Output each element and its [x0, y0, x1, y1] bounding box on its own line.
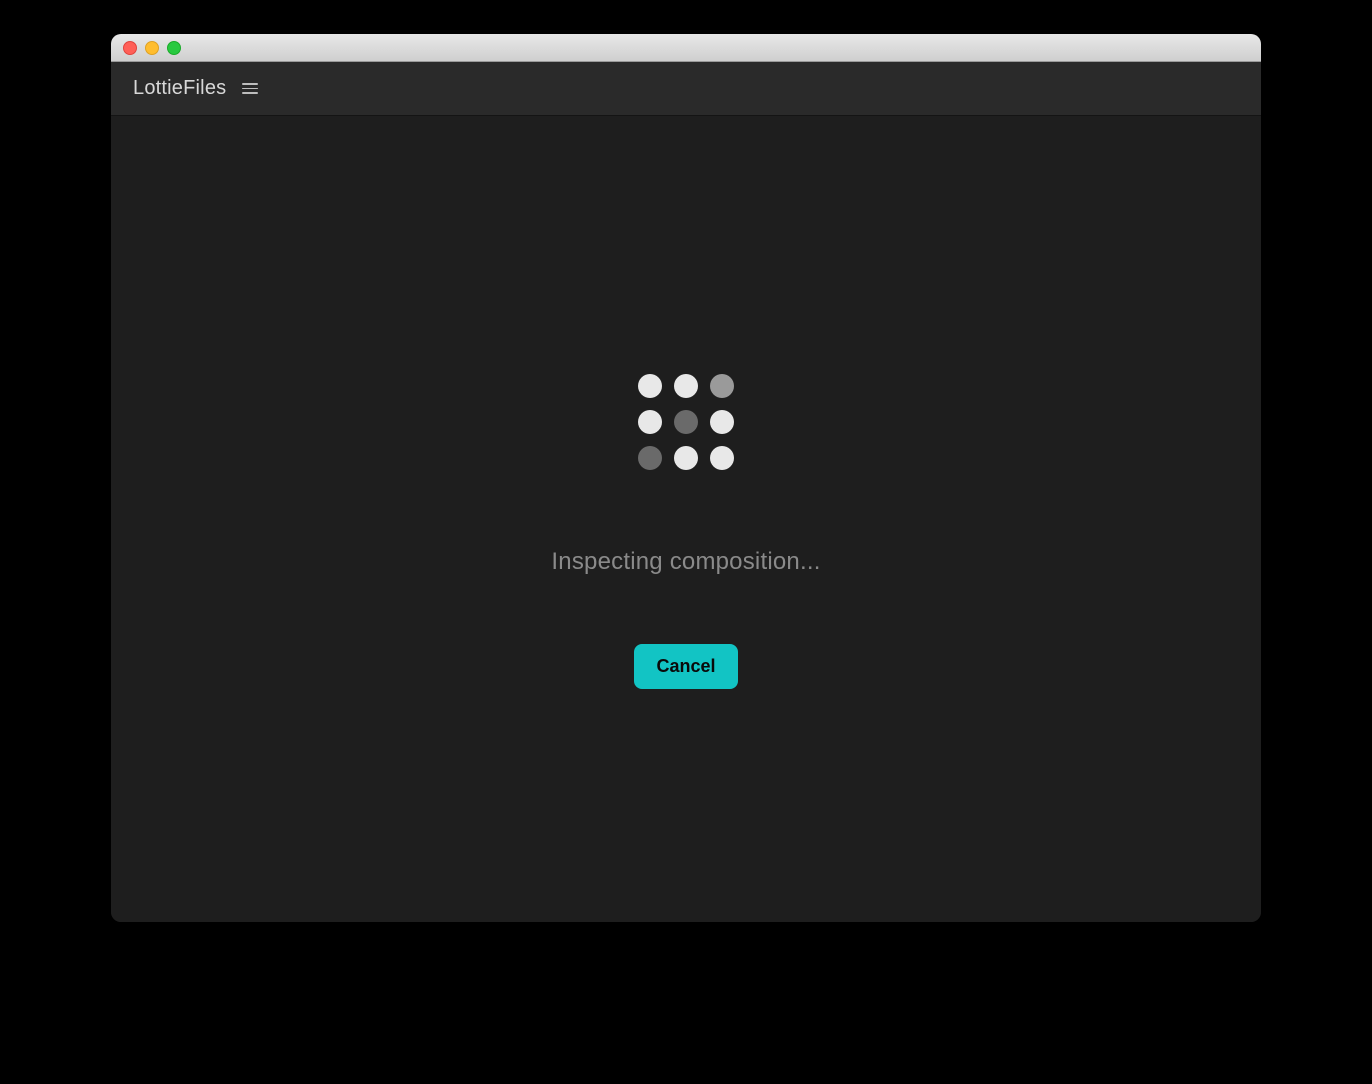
window-titlebar — [111, 34, 1261, 62]
spinner-dot — [710, 446, 734, 470]
app-header: LottieFiles — [111, 62, 1261, 116]
window-close-button[interactable] — [123, 41, 137, 55]
loading-status-text: Inspecting composition... — [551, 548, 820, 576]
spinner-dot — [638, 374, 662, 398]
app-title: LottieFiles — [133, 77, 226, 100]
spinner-dot — [638, 446, 662, 470]
window-maximize-button[interactable] — [167, 41, 181, 55]
spinner-dot — [674, 410, 698, 434]
app-window: LottieFiles Inspecting composition... Ca… — [111, 34, 1261, 922]
hamburger-icon[interactable] — [242, 81, 258, 97]
cancel-button[interactable]: Cancel — [634, 644, 737, 689]
spinner-dot — [710, 410, 734, 434]
dot-grid-spinner-icon — [638, 374, 734, 470]
window-minimize-button[interactable] — [145, 41, 159, 55]
spinner-dot — [674, 374, 698, 398]
loading-view: Inspecting composition... Cancel — [111, 116, 1261, 922]
spinner-dot — [710, 374, 734, 398]
spinner-dot — [674, 446, 698, 470]
spinner-dot — [638, 410, 662, 434]
